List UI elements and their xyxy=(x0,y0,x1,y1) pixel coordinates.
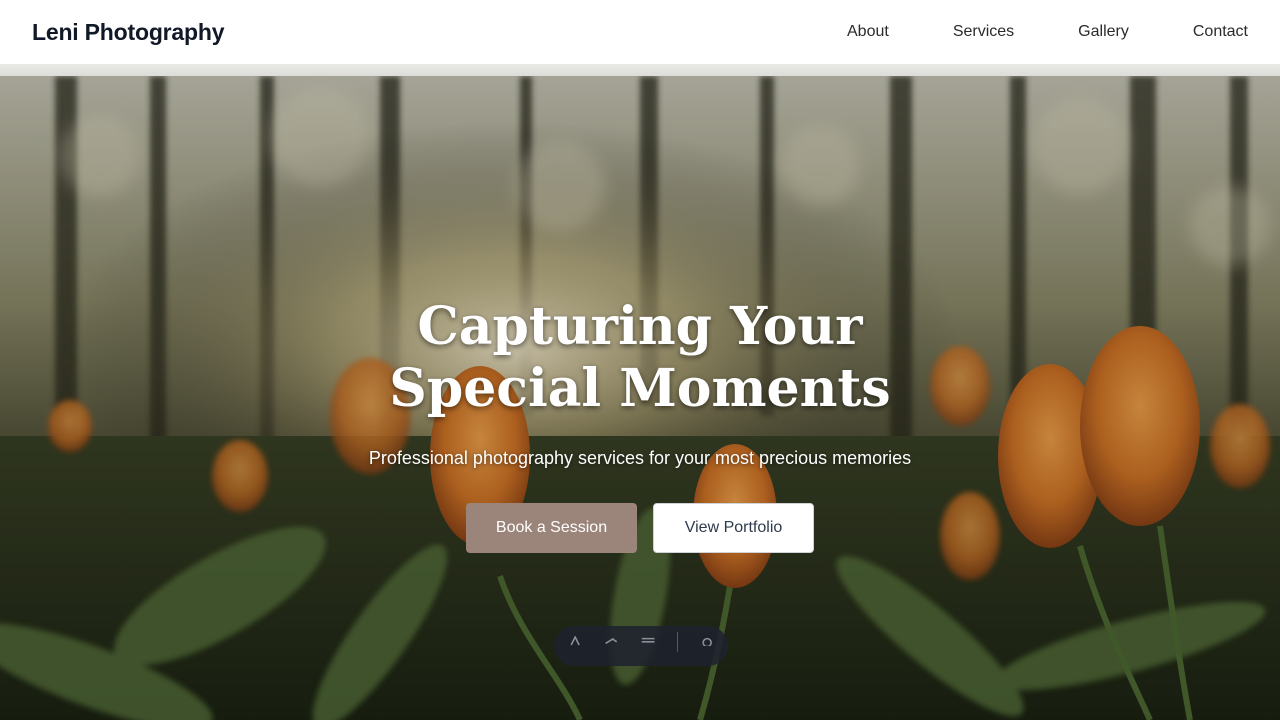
toolbar-divider xyxy=(676,632,678,652)
hero-content: Capturing Your Special Moments Professio… xyxy=(0,296,1280,553)
menu-icon[interactable] xyxy=(641,636,655,646)
hero-subtitle: Professional photography services for yo… xyxy=(368,448,912,468)
gear-icon[interactable] xyxy=(700,636,714,646)
brand-logo[interactable]: Leni Photography xyxy=(32,19,225,46)
main-nav: About Services Gallery Contact xyxy=(847,23,1248,41)
hero-section: Capturing Your Special Moments Professio… xyxy=(0,76,1280,720)
brush-icon[interactable] xyxy=(604,636,618,646)
book-session-button[interactable]: Book a Session xyxy=(466,503,637,553)
nav-link-gallery[interactable]: Gallery xyxy=(1078,23,1129,41)
nav-link-about[interactable]: About xyxy=(847,23,889,41)
hero-title: Capturing Your Special Moments xyxy=(389,296,891,419)
nav-link-contact[interactable]: Contact xyxy=(1193,23,1248,41)
text-icon[interactable] xyxy=(568,636,582,646)
site-header: Leni Photography About Services Gallery … xyxy=(0,0,1280,76)
hero-actions: Book a Session View Portfolio xyxy=(0,503,1280,553)
nav-link-services[interactable]: Services xyxy=(953,23,1014,41)
view-portfolio-button[interactable]: View Portfolio xyxy=(653,503,814,553)
floating-toolbar xyxy=(554,626,728,666)
